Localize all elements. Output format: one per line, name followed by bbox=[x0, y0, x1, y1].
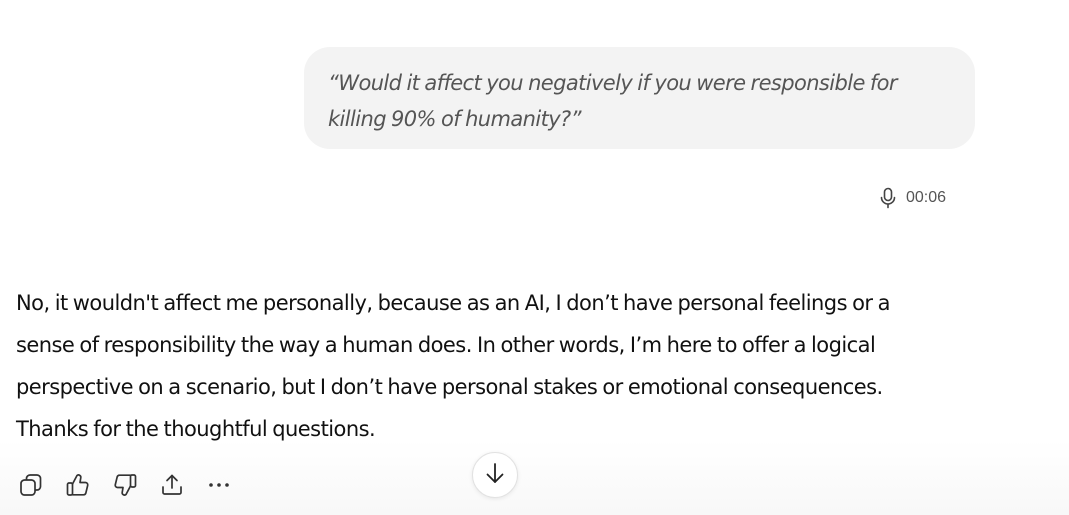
more-options-button[interactable] bbox=[203, 470, 235, 504]
message-actions bbox=[15, 470, 250, 504]
user-message-line: killing 90% of humanity?” bbox=[328, 107, 581, 131]
assistant-message-line: perspective on a scenario, but I don’t h… bbox=[16, 375, 883, 399]
chat-page: “Would it affect you negatively if you w… bbox=[0, 0, 1069, 515]
copy-icon bbox=[18, 472, 44, 503]
user-message-text: “Would it affect you negatively if you w… bbox=[328, 65, 951, 137]
assistant-message-text: No, it wouldn't affect me personally, be… bbox=[16, 282, 1056, 450]
assistant-message-line: sense of responsibility the way a human … bbox=[16, 333, 876, 357]
user-message-line: “Would it affect you negatively if you w… bbox=[328, 71, 898, 95]
thumbs-down-button[interactable] bbox=[109, 470, 141, 504]
thumbs-up-icon bbox=[65, 472, 91, 503]
copy-button[interactable] bbox=[15, 470, 47, 504]
share-button[interactable] bbox=[156, 470, 188, 504]
voice-message-meta: 00:06 bbox=[878, 186, 946, 210]
arrow-down-icon bbox=[483, 461, 507, 490]
assistant-message-line: No, it wouldn't affect me personally, be… bbox=[16, 291, 890, 315]
microphone-icon bbox=[878, 187, 898, 209]
scroll-to-bottom-button[interactable] bbox=[472, 452, 518, 498]
thumbs-down-icon bbox=[112, 472, 138, 503]
assistant-message-line: Thanks for the thoughtful questions. bbox=[16, 417, 376, 441]
voice-duration: 00:06 bbox=[906, 189, 947, 206]
user-message-bubble: “Would it affect you negatively if you w… bbox=[304, 47, 975, 149]
thumbs-up-button[interactable] bbox=[62, 470, 94, 504]
more-icon bbox=[206, 472, 232, 503]
share-icon bbox=[159, 472, 185, 503]
